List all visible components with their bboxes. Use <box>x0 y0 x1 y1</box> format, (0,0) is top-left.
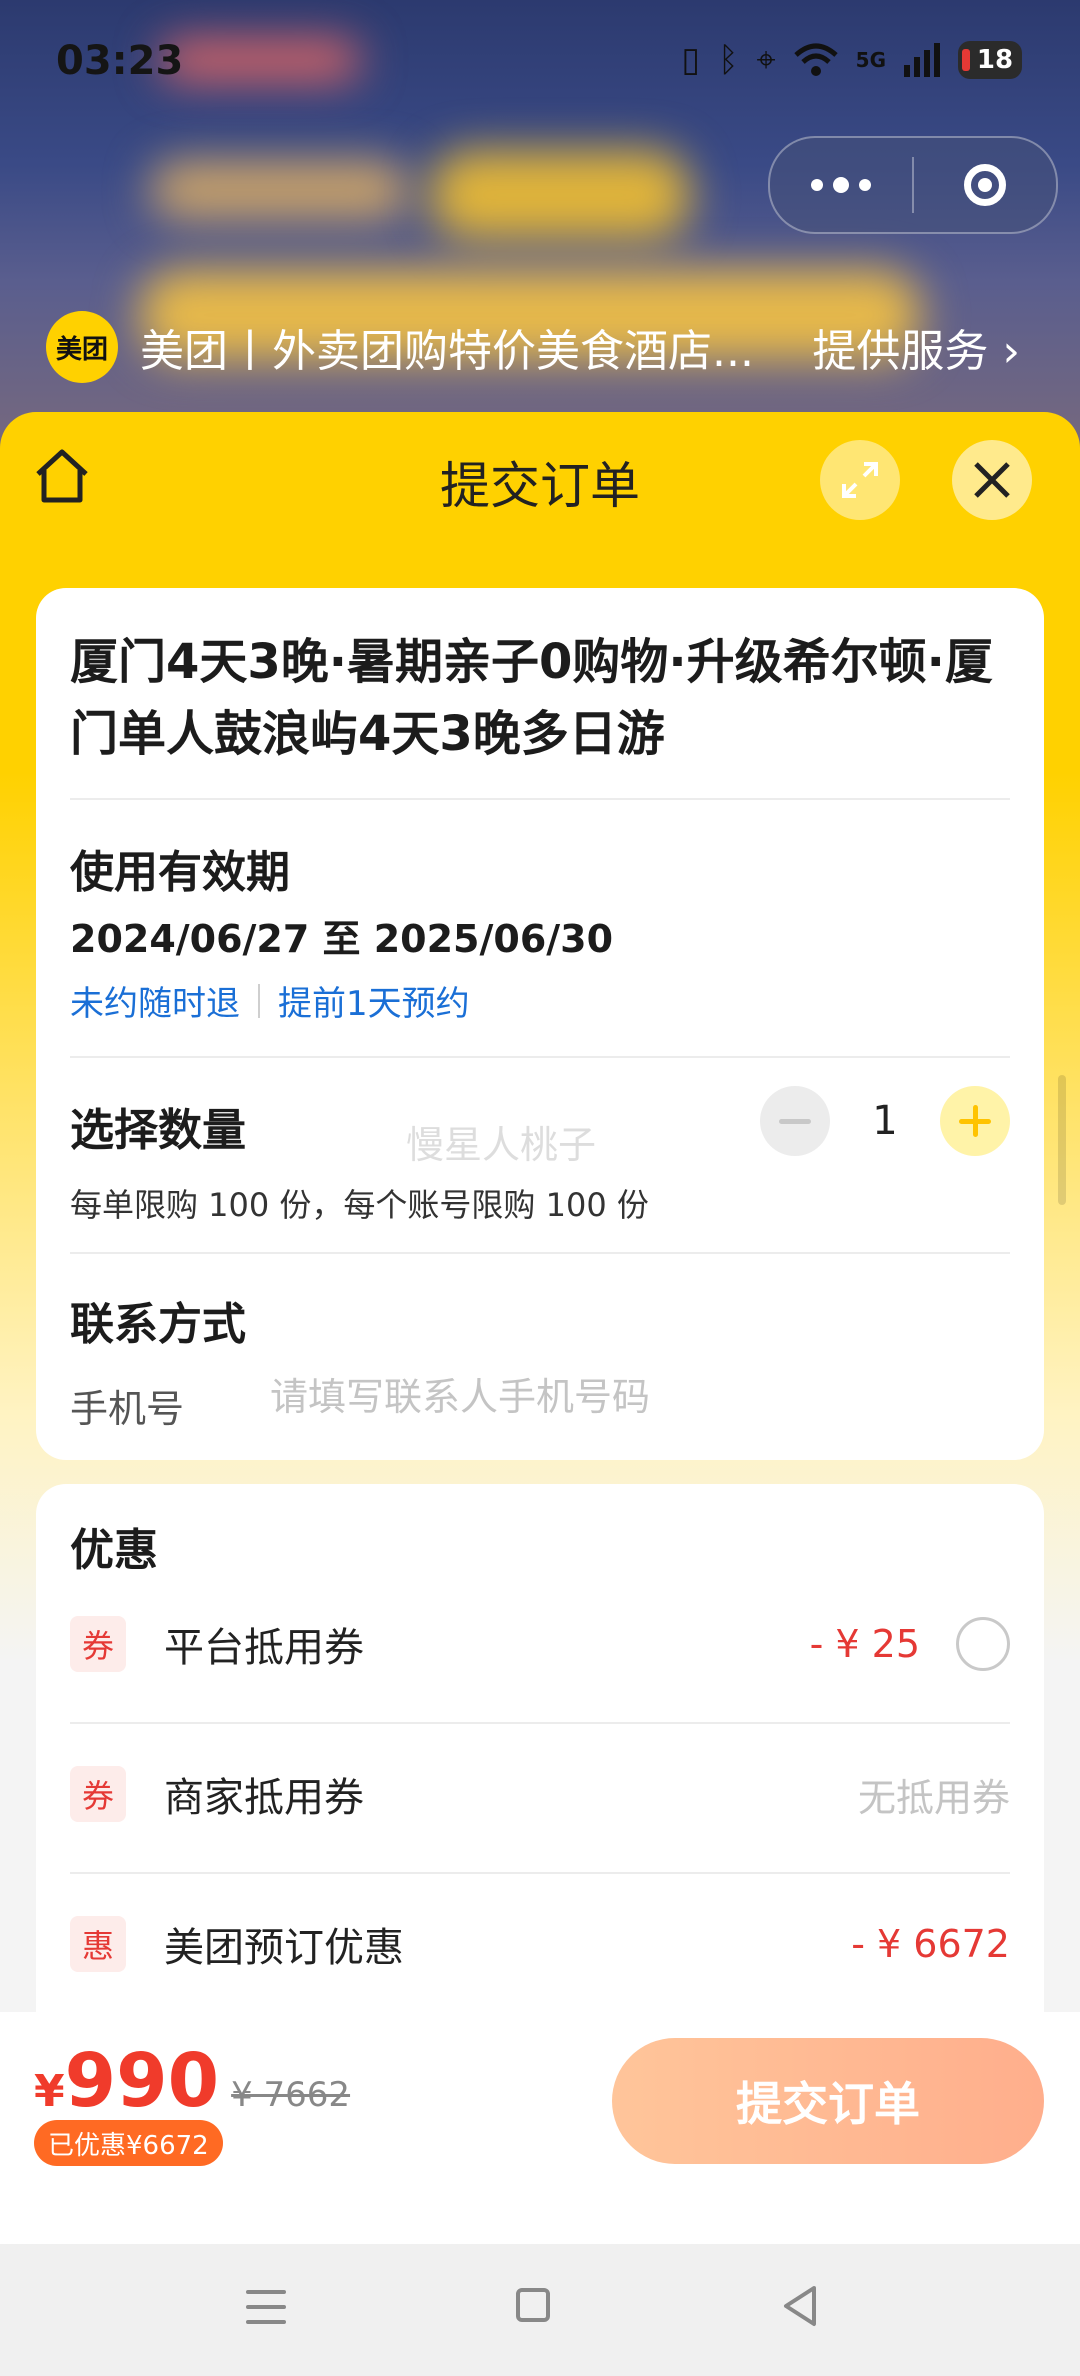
promo-value: - ¥ 6672 <box>851 1922 1010 1966</box>
validity-heading: 使用有效期 <box>70 847 290 898</box>
close-button[interactable] <box>952 440 1032 520</box>
exit-miniprogram-button[interactable] <box>914 164 1056 206</box>
divider <box>70 1872 1010 1874</box>
promotions-card: 优惠 券 平台抵用券 - ¥ 25 券 商家抵用券 无抵用券 惠 美团预订优惠 … <box>36 1484 1044 2012</box>
submit-order-button[interactable]: 提交订单 <box>612 2038 1044 2164</box>
promotions-heading: 优惠 <box>70 1525 158 1576</box>
dot-icon <box>833 177 849 193</box>
quantity-stepper: 1 <box>760 1086 1010 1156</box>
order-sheet: 提交订单 厦门4天3晚·暑期亲子0购物·升级希尔顿·厦门单人鼓浪屿4天3晚多日游… <box>0 412 1080 2012</box>
meituan-logo: 美团 <box>46 311 118 383</box>
provider-service-link[interactable]: 提供服务 › <box>812 315 1020 379</box>
promo-label: 平台抵用券 <box>164 1625 364 1671</box>
policy-tags: 未约随时退 提前1天预约 <box>70 976 470 1025</box>
status-bar: 03:23 ▯ ᛒ ⌖ 5G 18 <box>0 0 1080 130</box>
original-price: ¥ 7662 <box>231 2075 351 2115</box>
provider-bar[interactable]: 美团 美团丨外卖团购特价美食酒店... 提供服务 › <box>46 311 1046 383</box>
signal-icon <box>904 43 940 77</box>
divider <box>70 1722 1010 1724</box>
quantity-value: 1 <box>872 1098 898 1144</box>
coupon-badge: 券 <box>70 1766 126 1822</box>
menu-icon[interactable] <box>246 2290 286 2335</box>
miniprogram-capsule <box>768 136 1058 234</box>
saved-badge[interactable]: 已优惠¥6672 <box>34 2120 223 2166</box>
tag-refund[interactable]: 未约随时退 <box>70 976 240 1025</box>
target-icon <box>964 164 1006 206</box>
status-icons: ▯ ᛒ ⌖ 5G 18 <box>681 40 1022 80</box>
divider <box>70 798 1010 800</box>
order-details-card: 厦门4天3晚·暑期亲子0购物·升级希尔顿·厦门单人鼓浪屿4天3晚多日游 使用有效… <box>36 588 1044 1460</box>
tag-separator <box>258 983 260 1018</box>
price-amount: 990 <box>64 2038 220 2124</box>
checkout-bar: ¥ 990 ¥ 7662 已优惠¥6672 提交订单 <box>0 2012 1080 2244</box>
scrollbar[interactable] <box>1058 1075 1066 1205</box>
divider <box>70 1252 1010 1254</box>
promo-label: 商家抵用券 <box>164 1775 364 1821</box>
sheet-header: 提交订单 <box>0 412 1080 552</box>
increase-quantity-button[interactable] <box>940 1086 1010 1156</box>
divider <box>70 1056 1010 1058</box>
dot-icon <box>811 179 823 191</box>
coupon-radio[interactable] <box>956 1617 1010 1671</box>
product-title: 厦门4天3晚·暑期亲子0购物·升级希尔顿·厦门单人鼓浪屿4天3晚多日游 <box>70 634 993 762</box>
promo-label: 美团预订优惠 <box>164 1925 404 1971</box>
phone-label: 手机号 <box>70 1387 185 1431</box>
battery-icon: 18 <box>958 41 1022 79</box>
battery-level: 18 <box>976 45 1014 75</box>
system-nav-bar <box>0 2244 1080 2376</box>
provider-name: 美团丨外卖团购特价美食酒店... <box>140 326 754 377</box>
price-currency: ¥ <box>34 2066 65 2117</box>
close-icon <box>974 462 1010 498</box>
discount-badge: 惠 <box>70 1916 126 1972</box>
promo-row-platform-coupon[interactable]: 券 平台抵用券 - ¥ 25 <box>70 1594 1010 1694</box>
sheet-title: 提交订单 <box>440 457 640 515</box>
network-type: 5G <box>855 48 886 72</box>
location-icon: ⌖ <box>756 40 776 80</box>
phone-input[interactable] <box>268 1374 972 1420</box>
blurred-shape <box>150 160 410 220</box>
expand-icon <box>842 462 878 498</box>
promo-row-merchant-coupon[interactable]: 券 商家抵用券 无抵用券 <box>70 1744 1010 1844</box>
coupon-badge: 券 <box>70 1616 126 1672</box>
back-icon[interactable] <box>780 2284 820 2332</box>
purchase-limit-text: 每单限购 100 份，每个账号限购 100 份 <box>70 1186 649 1224</box>
promo-value: 无抵用券 <box>857 1775 1010 1820</box>
wifi-icon <box>793 43 838 76</box>
contact-heading: 联系方式 <box>70 1299 246 1350</box>
promo-value: - ¥ 25 <box>809 1622 920 1666</box>
validity-dates: 2024/06/27 至 2025/06/30 <box>70 917 614 961</box>
watermark: 慢星人桃子 <box>406 1123 597 1167</box>
decrease-quantity-button[interactable] <box>760 1086 830 1156</box>
vibrate-icon: ▯ <box>681 40 701 80</box>
blurred-shape <box>430 150 690 240</box>
total-price: ¥ 990 ¥ 7662 <box>34 2038 350 2124</box>
dot-icon <box>859 179 871 191</box>
bluetooth-icon: ᛒ <box>718 40 739 80</box>
promo-row-booking-discount: 惠 美团预订优惠 - ¥ 6672 <box>70 1894 1010 1994</box>
home-square-icon[interactable] <box>516 2288 550 2322</box>
minus-icon <box>779 1118 811 1124</box>
expand-button[interactable] <box>820 440 900 520</box>
tag-booking[interactable]: 提前1天预约 <box>278 976 470 1025</box>
quantity-heading: 选择数量 <box>70 1105 246 1156</box>
more-options-button[interactable] <box>770 177 912 193</box>
status-time: 03:23 <box>56 38 184 84</box>
